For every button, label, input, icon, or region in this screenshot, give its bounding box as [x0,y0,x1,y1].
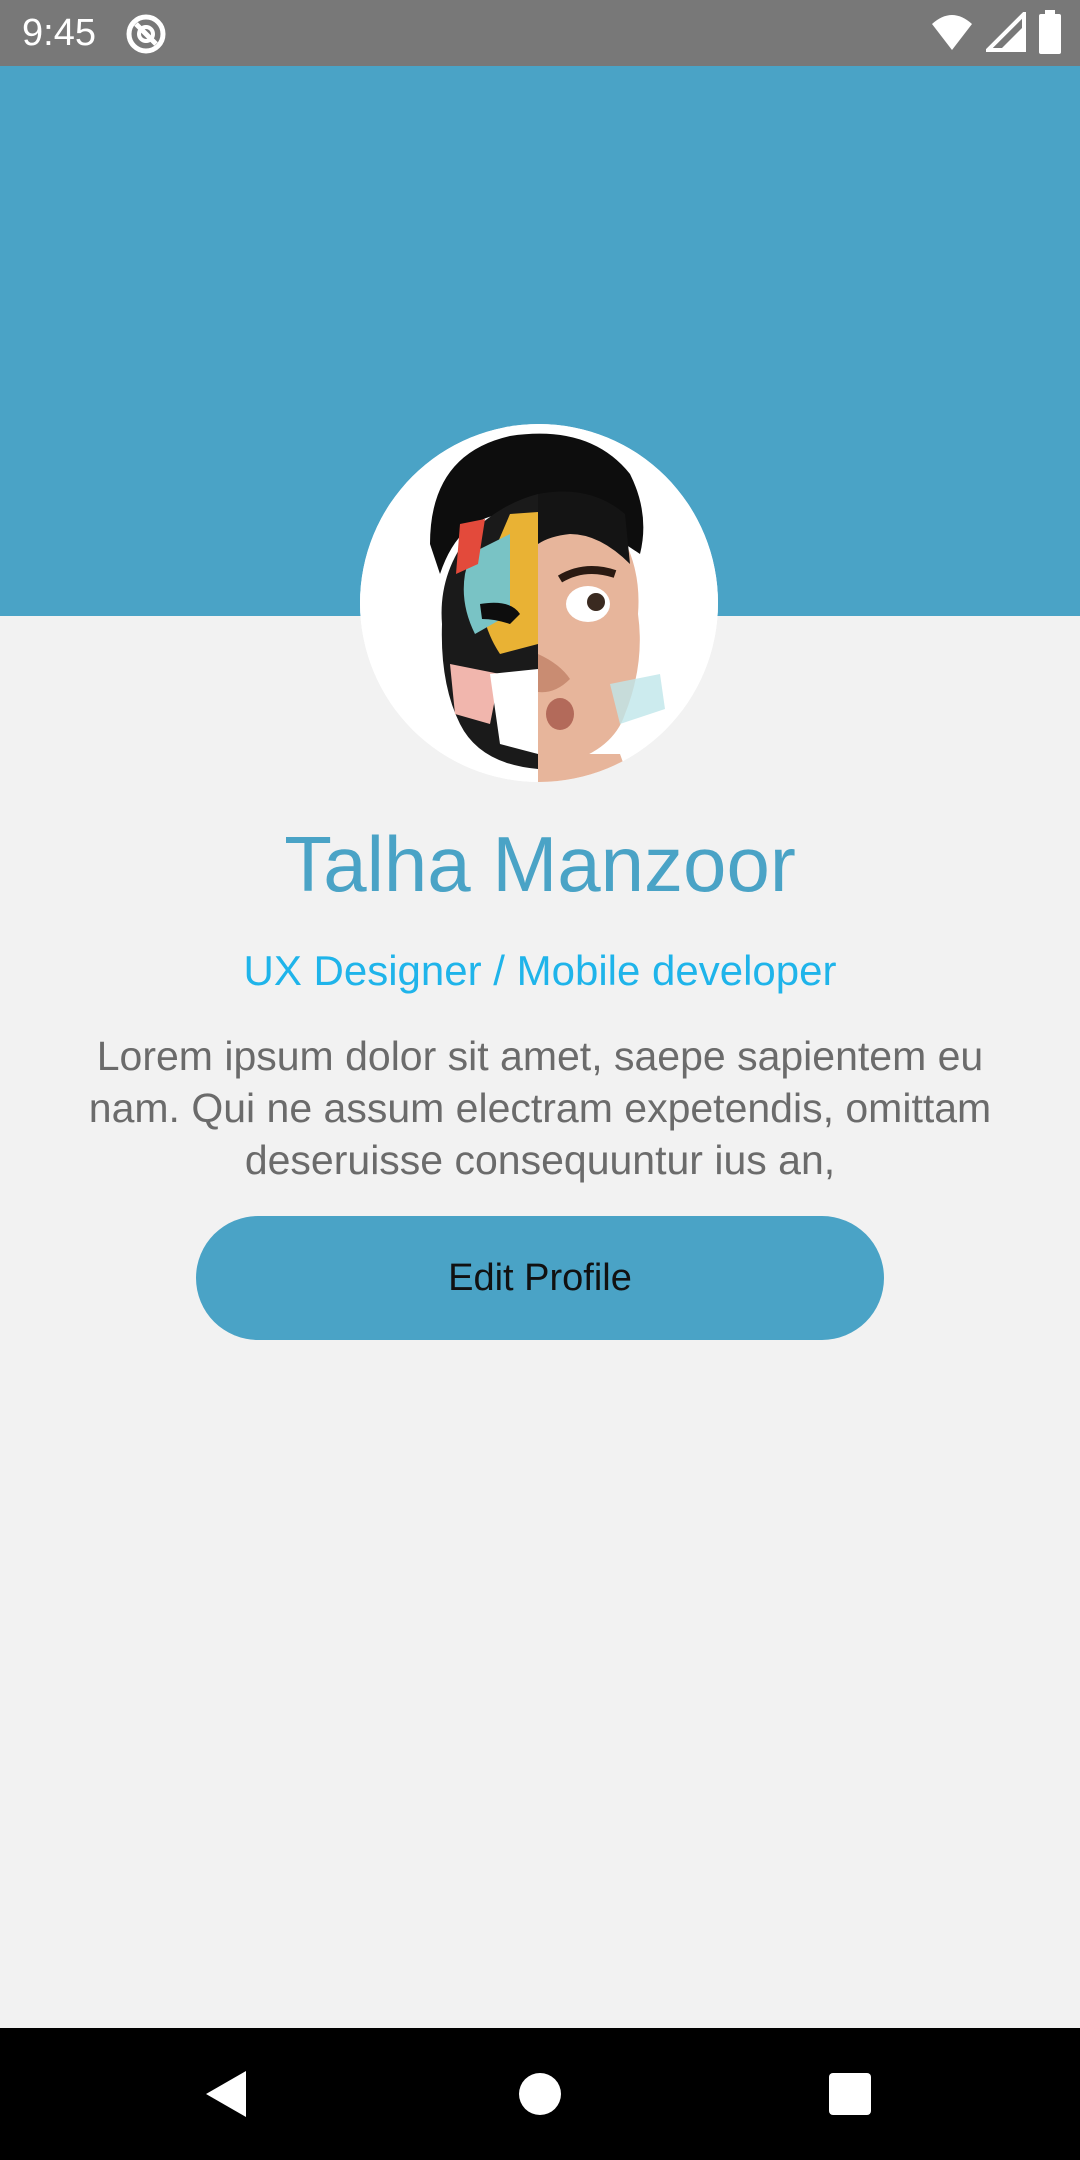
profile-screen: 9:45 Talha Manzoor UX Designer / Mobile … [0,0,1080,2160]
back-icon[interactable] [194,2062,258,2126]
home-icon[interactable] [508,2062,572,2126]
status-bar: 9:45 [0,0,1080,66]
signal-icon [983,8,1026,57]
profile-name: Talha Manzoor [284,820,796,908]
battery-icon [1038,9,1062,59]
edit-profile-button[interactable]: Edit Profile [196,1216,884,1340]
recents-icon[interactable] [818,2062,882,2126]
profile-role: UX Designer / Mobile developer [243,947,837,994]
wifi-icon [930,12,974,57]
status-time: 9:45 [22,12,96,54]
profile-bio: Lorem ipsum dolor sit amet, saepe sapien… [88,1033,992,1183]
app-notification-icon [124,12,168,56]
avatar[interactable] [360,424,718,782]
status-icons [930,8,1062,59]
navigation-bar [0,2028,1080,2160]
